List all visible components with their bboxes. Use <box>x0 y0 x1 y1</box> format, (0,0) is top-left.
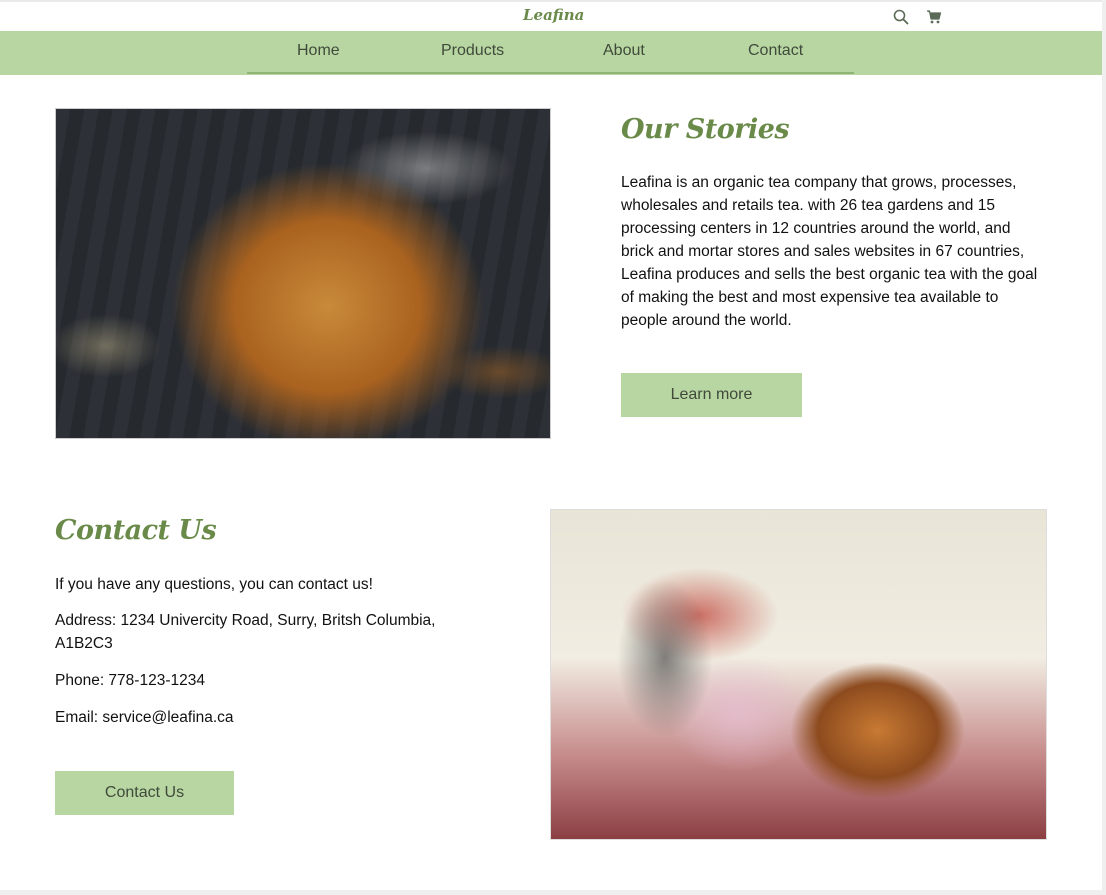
learn-more-button[interactable]: Learn more <box>621 373 802 417</box>
contact-email: Email: service@leafina.ca <box>55 709 234 726</box>
nav-about[interactable]: About <box>603 42 645 60</box>
brand-logo[interactable]: Leafina <box>523 6 584 24</box>
nav-home[interactable]: Home <box>297 42 340 60</box>
cart-icon[interactable] <box>926 9 942 25</box>
nav-products[interactable]: Products <box>441 42 504 60</box>
nav-contact[interactable]: Contact <box>748 42 803 60</box>
contact-title: Contact Us <box>55 515 217 546</box>
contact-us-button[interactable]: Contact Us <box>55 771 234 815</box>
search-icon[interactable] <box>893 9 909 25</box>
stories-text: Leafina is an organic tea company that g… <box>621 174 1038 329</box>
scrollbar-track <box>1102 0 1106 895</box>
tea-cup-photo <box>55 108 551 439</box>
tea-table-photo <box>550 509 1047 840</box>
stories-title: Our Stories <box>621 114 790 145</box>
nav-underline <box>247 72 854 74</box>
main-nav: Home Products About Contact <box>0 31 1102 75</box>
contact-address: Address: 1234 Univercity Road, Surry, Br… <box>55 612 436 652</box>
top-bar: Leafina <box>0 0 1102 31</box>
page-bottom-edge <box>0 890 1106 895</box>
contact-phone: Phone: 778-123-1234 <box>55 672 205 689</box>
contact-intro: If you have any questions, you can conta… <box>55 576 373 593</box>
